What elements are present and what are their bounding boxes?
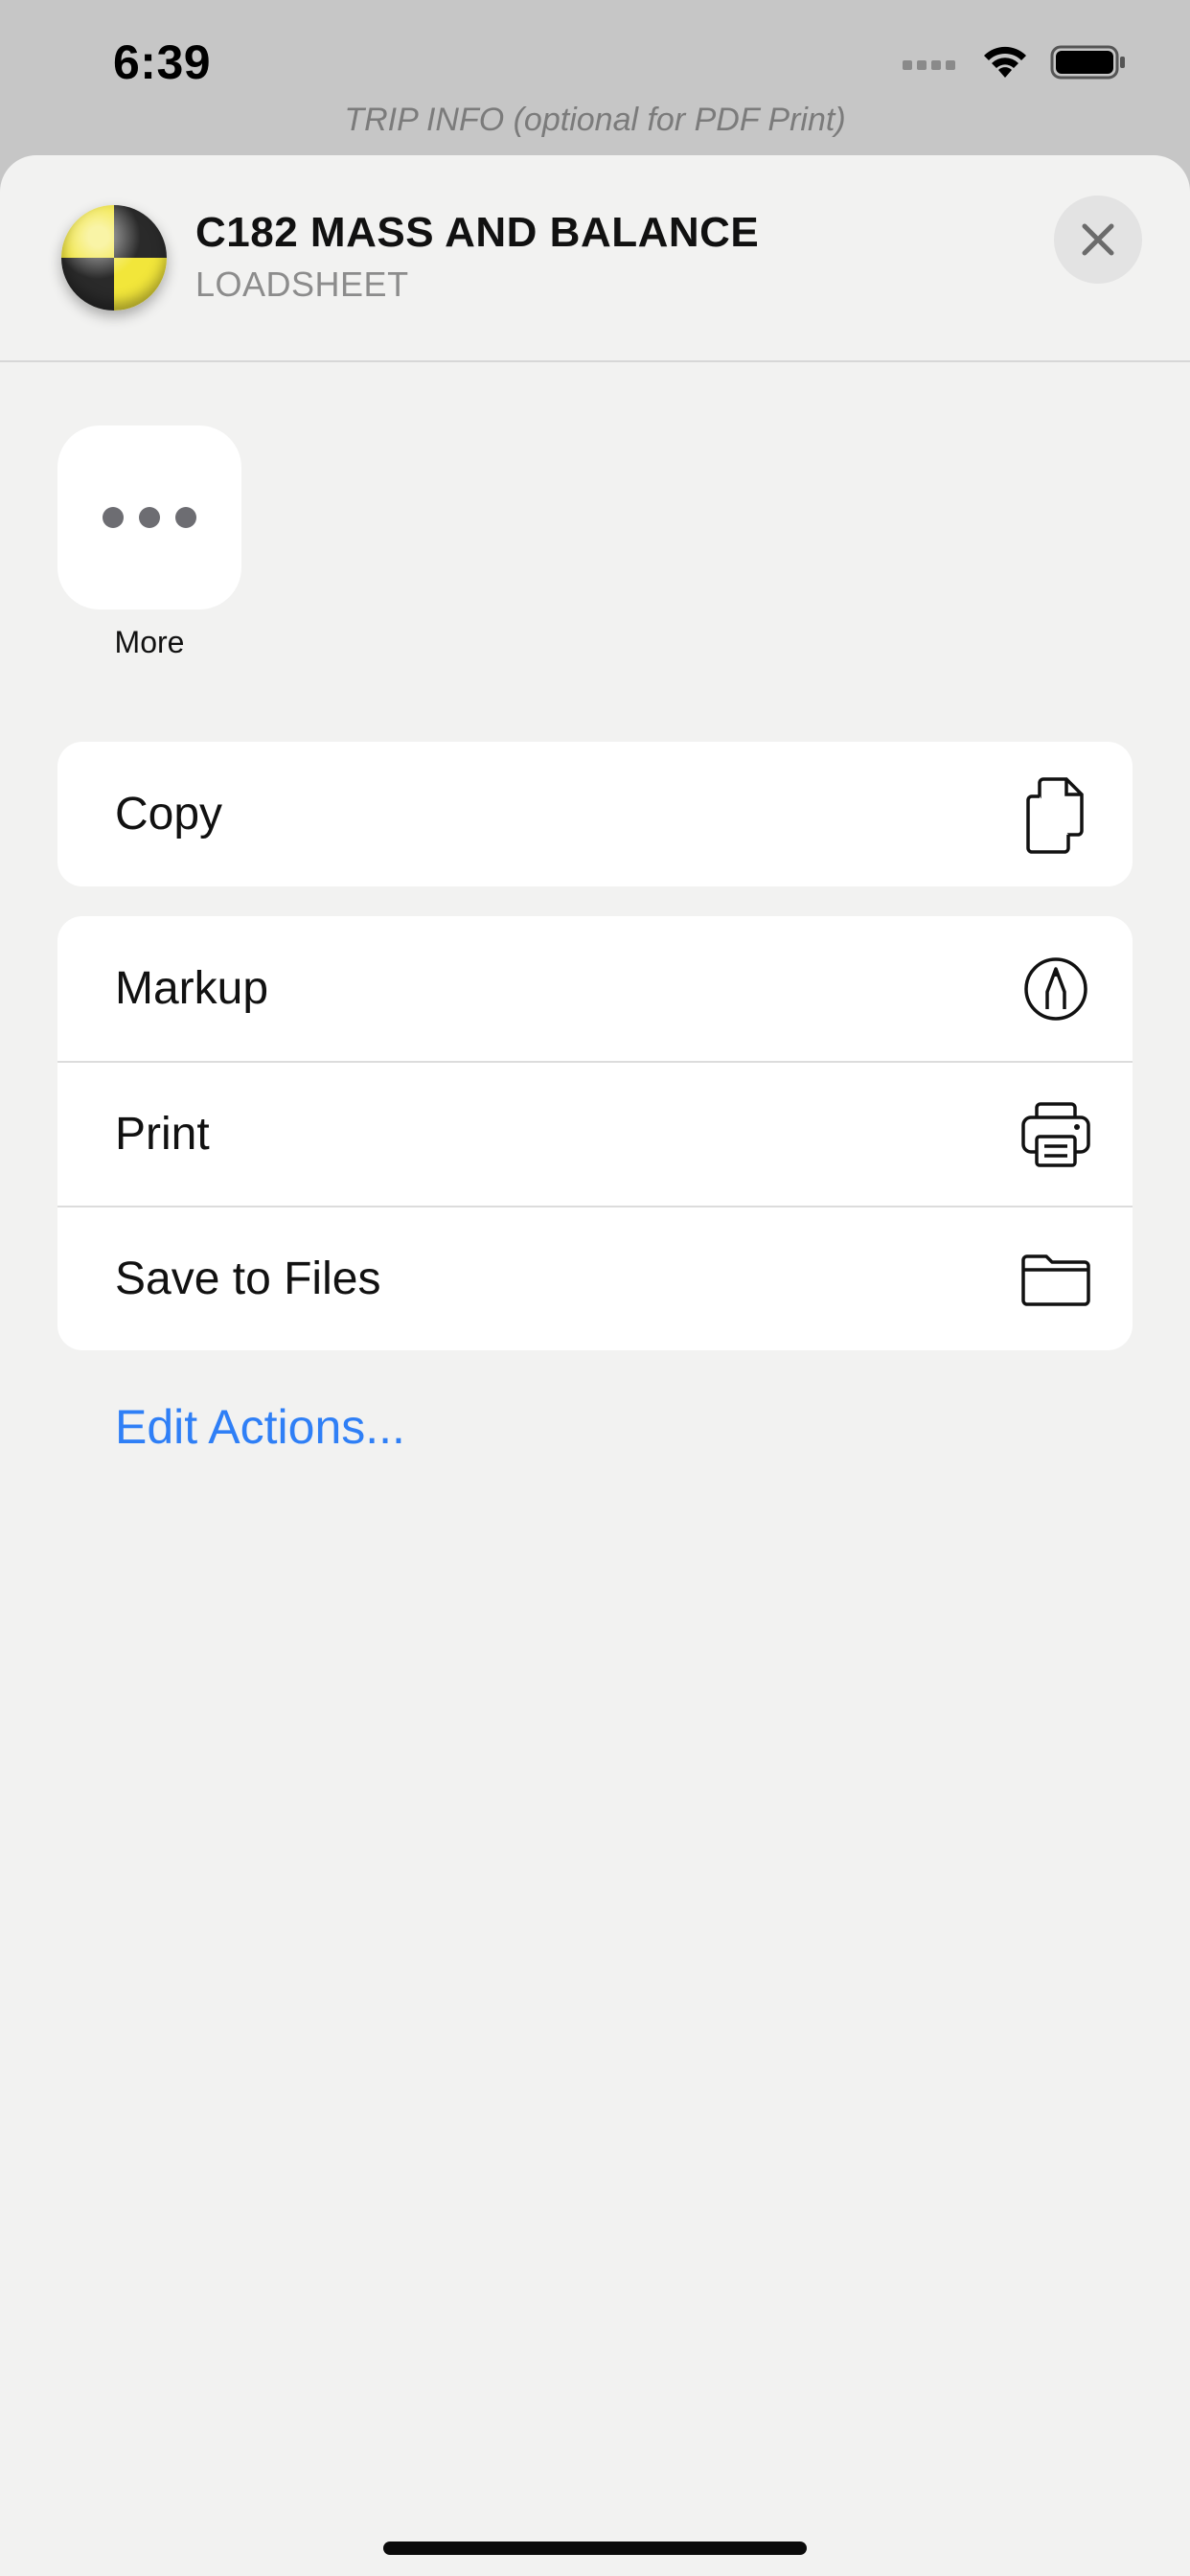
- action-save-to-files[interactable]: Save to Files: [57, 1206, 1133, 1350]
- background-subtitle: TRIP INFO (optional for PDF Print): [344, 102, 846, 138]
- battery-icon: [1050, 45, 1125, 80]
- more-dot: [139, 507, 160, 528]
- status-icons: [903, 42, 1127, 82]
- printer-icon: [1021, 1101, 1090, 1167]
- more-button[interactable]: [57, 426, 241, 610]
- action-label: Print: [115, 1109, 210, 1160]
- action-markup[interactable]: Markup: [57, 916, 1133, 1061]
- close-button[interactable]: [1054, 196, 1142, 284]
- wifi-icon: [984, 46, 1026, 78]
- status-time: 6:39: [113, 35, 212, 89]
- more-dot: [103, 507, 124, 528]
- action-group-copy: Copy: [57, 742, 1133, 886]
- action-print[interactable]: Print: [57, 1061, 1133, 1206]
- app-icon: [61, 205, 167, 310]
- more-dot: [175, 507, 196, 528]
- action-label: Copy: [115, 789, 223, 840]
- sheet-subtitle: LOADSHEET: [195, 264, 409, 304]
- action-label: Save to Files: [115, 1254, 381, 1304]
- share-sheet-header: C182 MASS AND BALANCE LOADSHEET: [0, 155, 1190, 362]
- folder-icon: [1021, 1254, 1090, 1306]
- markup-icon: [1024, 956, 1087, 1021]
- action-group-main: Markup Print Save to Files: [57, 916, 1133, 1350]
- action-label: Markup: [115, 963, 269, 1014]
- copy-icon: [1026, 776, 1084, 854]
- action-copy[interactable]: Copy: [57, 742, 1133, 886]
- more-label: More: [114, 625, 185, 659]
- close-icon: [1082, 223, 1114, 256]
- home-indicator[interactable]: [383, 2542, 807, 2555]
- sheet-title: C182 MASS AND BALANCE: [195, 209, 760, 256]
- edit-actions-link[interactable]: Edit Actions...: [115, 1399, 405, 1455]
- share-sheet: C182 MASS AND BALANCE LOADSHEET More Cop…: [0, 155, 1190, 2576]
- cellular-signal-icon: [903, 60, 955, 70]
- screen: 6:39 TRIP INFO (optional for PDF Print): [0, 0, 1190, 2576]
